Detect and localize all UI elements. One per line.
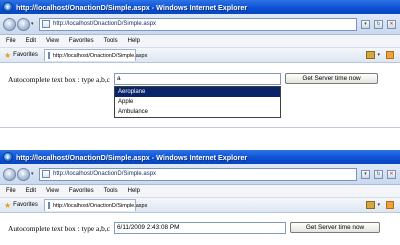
page-icon [47,202,50,209]
autocomplete-input[interactable]: 6/11/2009 2:43:08 PM [114,222,286,234]
browser-tab[interactable]: http://localhost/OnactionD/Simple.aspx [43,199,147,211]
address-bar[interactable]: http://localhost/OnactionD/Simple.aspx [39,17,357,31]
address-toolbar: ‹ › ▾ http://localhost/OnactionD/Simple.… [0,164,400,185]
command-bar: ▾ [366,201,394,209]
menu-favorites[interactable]: Favorites [69,188,94,194]
browser-window-2: e http://localhost/OnactionD/Simple.aspx… [0,150,400,245]
address-bar[interactable]: http://localhost/OnactionD/Simple.aspx [39,167,357,181]
favorites-button[interactable]: Favorites [13,52,38,58]
back-arrow-icon[interactable]: ‹ [3,17,16,31]
window-title: http://localhost/OnactionD/Simple.aspx -… [16,152,248,162]
title-bar[interactable]: e http://localhost/OnactionD/Simple.aspx… [0,0,400,14]
suggestion-apple[interactable]: Apple [115,97,280,107]
menu-file[interactable]: File [6,188,16,194]
back-arrow-icon[interactable]: ‹ [3,167,16,181]
command-bar: ▾ [366,51,394,59]
address-toolbar: ‹ › ▾ http://localhost/OnactionD/Simple.… [0,14,400,35]
suggestion-aeroplane[interactable]: Aeroplane [115,87,280,97]
favorites-bar: ★ Favorites http://localhost/OnactionD/S… [0,198,400,213]
autocomplete-input[interactable]: a [114,73,281,85]
page-icon [42,170,50,178]
page-icon [47,52,50,59]
refresh-icon[interactable]: ↻ [374,19,383,29]
home-dropdown-icon[interactable]: ▾ [377,52,380,58]
menu-file[interactable]: File [6,38,16,44]
home-dropdown-icon[interactable]: ▾ [377,202,380,208]
forward-arrow-icon[interactable]: › [17,167,30,181]
stop-icon[interactable]: ✕ [387,19,396,29]
favorites-button[interactable]: Favorites [13,202,38,208]
star-icon[interactable]: ★ [4,51,11,60]
ie-logo-icon: e [3,2,13,12]
refresh-icon[interactable]: ↻ [374,169,383,179]
history-dropdown-icon[interactable]: ▾ [31,171,37,177]
rss-feed-icon[interactable] [386,51,394,59]
menu-favorites[interactable]: Favorites [69,38,94,44]
go-dropdown-icon[interactable]: ▾ [361,19,370,29]
menu-edit[interactable]: Edit [26,38,36,44]
tab-label: http://localhost/OnactionD/Simple.aspx [52,52,148,59]
stop-icon[interactable]: ✕ [387,169,396,179]
get-server-time-button[interactable]: Get Server time now [285,73,378,84]
go-dropdown-icon[interactable]: ▾ [361,169,370,179]
menu-help[interactable]: Help [128,188,140,194]
autocomplete-label: Autocomplete text box : type a,b,c [8,75,111,84]
page-icon [42,20,50,28]
autocomplete-suggestions: Aeroplane Apple Ambulance [114,86,281,118]
forward-arrow-icon[interactable]: › [17,17,30,31]
menu-bar: File Edit View Favorites Tools Help [0,35,400,48]
get-server-time-button[interactable]: Get Server time now [290,222,380,233]
menu-tools[interactable]: Tools [104,38,118,44]
autocomplete-label: Autocomplete text box : type a,b,c [8,224,111,233]
menu-help[interactable]: Help [128,38,140,44]
suggestion-ambulance[interactable]: Ambulance [115,107,280,117]
menu-bar: File Edit View Favorites Tools Help [0,185,400,198]
tab-label: http://localhost/OnactionD/Simple.aspx [52,202,148,209]
history-dropdown-icon[interactable]: ▾ [31,21,37,27]
menu-view[interactable]: View [46,38,59,44]
menu-edit[interactable]: Edit [26,188,36,194]
star-icon[interactable]: ★ [4,201,11,210]
address-url[interactable]: http://localhost/OnactionD/Simple.aspx [53,171,156,177]
title-bar[interactable]: e http://localhost/OnactionD/Simple.aspx… [0,150,400,164]
ie-logo-icon: e [3,152,13,162]
browser-window-1: e http://localhost/OnactionD/Simple.aspx… [0,0,400,128]
address-url[interactable]: http://localhost/OnactionD/Simple.aspx [53,21,156,27]
menu-tools[interactable]: Tools [104,188,118,194]
favorites-bar: ★ Favorites http://localhost/OnactionD/S… [0,48,400,63]
window-title: http://localhost/OnactionD/Simple.aspx -… [16,2,248,12]
rss-feed-icon[interactable] [386,201,394,209]
menu-view[interactable]: View [46,188,59,194]
home-icon[interactable] [366,51,376,59]
home-icon[interactable] [366,201,376,209]
browser-tab[interactable]: http://localhost/OnactionD/Simple.aspx [43,49,147,61]
